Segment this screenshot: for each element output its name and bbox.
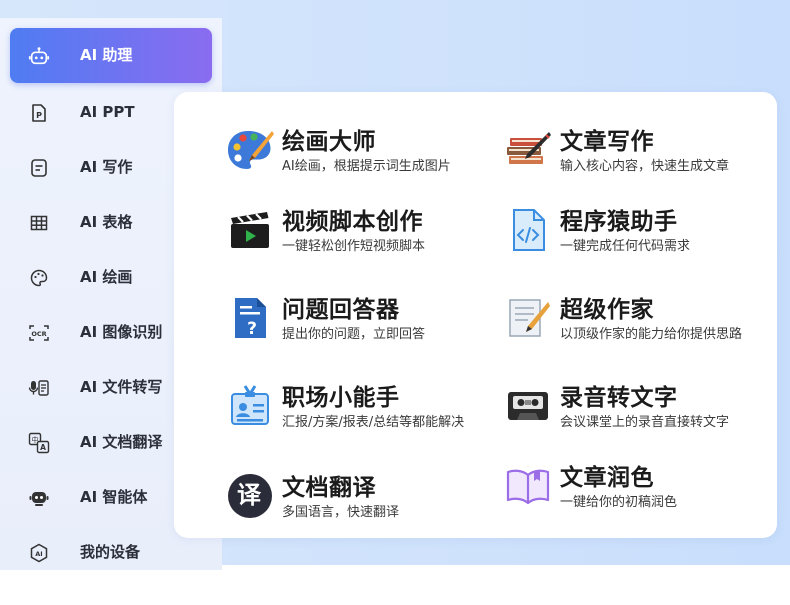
tool-title: 绘画大师 [282,129,376,155]
tool-card-painting-master[interactable]: 绘画大师 AI绘画，根据提示词生成图片 [226,126,506,186]
sidebar-item-label: AI 写作 [80,158,133,176]
tool-desc: 以顶级作家的能力给你提供思路 [560,327,743,342]
tool-title: 问题回答器 [282,297,400,323]
svg-text:AI: AI [35,550,42,558]
paper-quill-icon [504,294,552,342]
tool-card-question-answer[interactable]: ? 问题回答器 提出你的问题，立即回答 [226,294,506,354]
tool-title: 录音转文字 [560,385,678,411]
tool-desc: 一键轻松创作短视频脚本 [282,239,426,254]
tool-card-recording-to-text[interactable]: 录音转文字 会议课堂上的录音直接转文字 [504,382,784,442]
document-icon [28,157,50,179]
tool-title: 程序猿助手 [560,209,678,235]
translate-circle-glyph: 译 [237,481,261,509]
ocr-scan-icon: OCR [28,322,50,344]
voice-transcribe-icon [28,377,50,399]
tool-desc: 一键给你的初稿润色 [560,495,678,510]
tool-title: 职场小能手 [282,385,400,411]
tool-desc: 多国语言，快速翻译 [282,505,400,520]
agent-icon [28,487,50,509]
sidebar-item-label: AI 图像识别 [80,323,163,341]
tool-card-article-polish[interactable]: 文章润色 一键给你的初稿润色 [504,462,784,522]
books-pen-icon [504,126,552,174]
palette-brush-icon [226,126,274,174]
clapperboard-icon [226,206,274,254]
tools-panel: 绘画大师 AI绘画，根据提示词生成图片 文章写作 输入核心内容，快速生成文章 视… [174,92,777,538]
tool-card-article-writing[interactable]: 文章写作 输入核心内容，快速生成文章 [504,126,784,186]
robot-icon [28,45,50,67]
tool-title: 文档翻译 [282,475,376,501]
tool-card-workplace-helper[interactable]: 职场小能手 汇报/方案/报表/总结等都能解决 [226,382,506,442]
sidebar-item-label: AI 智能体 [80,488,148,506]
tool-title: 文章润色 [560,465,654,491]
sidebar-item-label: AI 助理 [80,46,133,64]
svg-text:P: P [36,111,42,120]
palette-icon [28,267,50,289]
question-doc-icon: ? [226,294,274,342]
sidebar-item-ai-assistant[interactable]: AI 助理 [10,28,212,83]
svg-text:OCR: OCR [31,330,46,338]
tool-card-programmer-assistant[interactable]: 程序猿助手 一键完成任何代码需求 [504,206,784,266]
ppt-file-icon: P [28,102,50,124]
tool-desc: 会议课堂上的录音直接转文字 [560,415,730,430]
tool-desc: 一键完成任何代码需求 [560,239,691,254]
svg-text:A: A [40,443,46,452]
tool-desc: 输入核心内容，快速生成文章 [560,159,730,174]
translate-icon: 中A [28,432,50,454]
tool-card-video-script[interactable]: 视频脚本创作 一键轻松创作短视频脚本 [226,206,506,266]
tool-title: 文章写作 [560,129,654,155]
sidebar-item-label: AI 文档翻译 [80,433,163,451]
tool-title: 视频脚本创作 [282,209,423,235]
table-icon [28,212,50,234]
tool-card-super-writer[interactable]: 超级作家 以顶级作家的能力给你提供思路 [504,294,784,354]
sidebar-item-label: AI 表格 [80,213,133,231]
tool-card-doc-translate[interactable]: 译 文档翻译 多国语言，快速翻译 [226,472,506,532]
code-file-icon [504,206,552,254]
open-book-icon [504,462,552,510]
translate-circle-icon: 译 [226,472,274,520]
tool-title: 超级作家 [560,297,654,323]
id-badge-icon [226,382,274,430]
svg-text:?: ? [247,319,257,339]
sidebar-item-label: AI PPT [80,103,135,121]
sidebar-item-label: AI 绘画 [80,268,133,286]
tool-desc: AI绘画，根据提示词生成图片 [282,159,451,174]
cassette-icon [504,382,552,430]
tool-desc: 汇报/方案/报表/总结等都能解决 [282,415,465,430]
sidebar-item-label: AI 文件转写 [80,378,163,396]
sidebar-item-label: 我的设备 [80,543,141,561]
device-icon: AI [28,542,50,564]
tool-desc: 提出你的问题，立即回答 [282,327,426,342]
